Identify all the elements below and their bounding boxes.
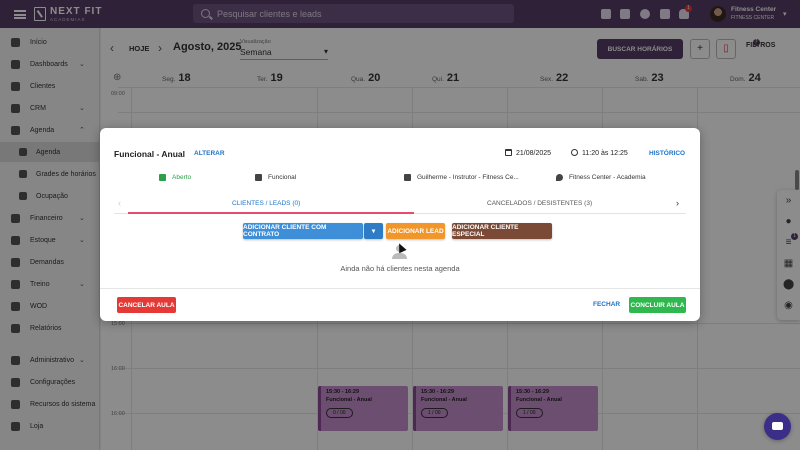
list-icon [255,174,262,181]
add-special-client-button[interactable]: ADICIONAR CLIENTE ESPECIAL [452,223,552,239]
class-date: 21/08/2025 [505,149,551,157]
alter-button[interactable]: ALTERAR [194,150,225,157]
active-tab-indicator [128,212,414,214]
instructor-info: Guilherme - Instrutor - Fitness Ce... [404,174,519,181]
tab-cancelled[interactable]: CANCELADOS / DESISTENTES (3) [487,200,592,207]
add-client-dropdown-button[interactable]: ▾ [364,223,383,239]
modal-tabs: ‹ CLIENTES / LEADS (0) CANCELADOS / DESI… [114,194,686,214]
cancel-class-label: CANCELAR AULA [118,301,175,309]
close-button[interactable]: FECHAR [593,301,620,308]
history-button[interactable]: HISTÓRICO [649,150,685,157]
add-special-client-label: ADICIONAR CLIENTE ESPECIAL [452,224,519,238]
add-client-contract-label: ADICIONAR CLIENTE COM CONTRATO [243,224,327,238]
add-lead-button[interactable]: ADICIONAR LEAD [386,223,445,239]
location-icon [556,174,563,181]
modal-title: Funcional - Anual [114,149,185,159]
modality-info: Funcional [255,174,296,181]
tab-clients-leads[interactable]: CLIENTES / LEADS (0) [232,200,300,207]
class-details-modal: Funcional - Anual ALTERAR 21/08/2025 11:… [100,128,700,321]
cancel-class-button[interactable]: CANCELAR AULA [117,297,176,313]
add-lead-label: ADICIONAR LEAD [387,227,444,235]
lock-icon [159,174,166,181]
chevron-left-icon[interactable]: ‹ [118,198,121,208]
caret-down-icon: ▾ [371,228,376,235]
clock-icon [571,149,578,156]
conclude-class-label: CONCLUIR AULA [630,301,685,309]
status-badge: Aberto [159,174,191,181]
modality-text: Funcional [268,174,297,181]
chevron-right-icon[interactable]: › [676,198,679,208]
id-card-icon [404,174,411,181]
class-time-text: 11:20 às 12:25 [582,150,628,157]
location-info: Fitness Center - Academia [556,174,646,181]
calendar-icon [505,149,512,156]
modal-divider [100,288,700,289]
status-text: Aberto [172,174,192,181]
class-date-text: 21/08/2025 [516,150,552,157]
empty-state-text: Ainda não há clientes nesta agenda [340,264,460,273]
chat-icon[interactable] [764,413,791,440]
add-client-contract-button[interactable]: ADICIONAR CLIENTE COM CONTRATO [243,223,363,239]
instructor-text: Guilherme - Instrutor - Fitness Ce... [417,174,519,181]
location-text: Fitness Center - Academia [569,174,646,181]
conclude-class-button[interactable]: CONCLUIR AULA [629,297,686,313]
class-time: 11:20 às 12:25 [571,149,628,157]
